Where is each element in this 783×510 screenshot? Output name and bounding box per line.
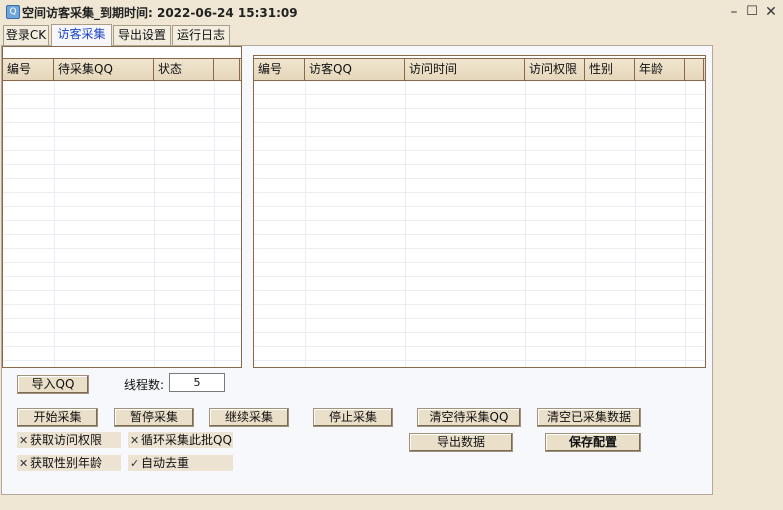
column-header[interactable]: 年龄	[635, 59, 685, 80]
maximize-icon[interactable]: ☐	[742, 2, 762, 22]
checkmark-icon: ✓	[130, 457, 140, 470]
pending-qq-table[interactable]: 编号 待采集QQ 状态	[2, 46, 242, 368]
grid-line	[585, 81, 586, 367]
column-header[interactable]: 访客QQ	[305, 59, 405, 80]
checkbox-label: 获取访问权限	[30, 433, 103, 447]
table-header: 编号 访客QQ 访问时间 访问权限 性别 年龄	[254, 58, 705, 81]
clear-collected-data-button[interactable]: 清空已采集数据	[537, 408, 641, 427]
column-header[interactable]: 待采集QQ	[54, 59, 154, 80]
clear-pending-qq-button[interactable]: 清空待采集QQ	[417, 408, 521, 427]
save-config-button[interactable]: 保存配置	[545, 433, 641, 452]
export-data-button[interactable]: 导出数据	[409, 433, 513, 452]
grid-line	[635, 81, 636, 367]
tab-panel: 编号 待采集QQ 状态 编号 访客QQ 访问时间 访问权限 性别 年龄 导入QQ…	[1, 45, 713, 495]
unchecked-x-icon: ✕	[130, 434, 140, 447]
auto-dedupe-checkbox[interactable]: ✓ 自动去重	[128, 455, 233, 471]
grid-line	[305, 81, 306, 367]
column-header[interactable]: 性别	[585, 59, 635, 80]
unchecked-x-icon: ✕	[19, 457, 29, 470]
column-header[interactable]: 编号	[254, 59, 305, 80]
loop-collect-checkbox[interactable]: ✕ 循环采集此批QQ	[128, 432, 233, 448]
table-body[interactable]	[254, 81, 705, 367]
thread-count-label: 线程数:	[124, 378, 165, 392]
get-gender-age-checkbox[interactable]: ✕ 获取性别年龄	[17, 455, 121, 471]
resume-collect-button[interactable]: 继续采集	[209, 408, 289, 427]
visitor-table[interactable]: 编号 访客QQ 访问时间 访问权限 性别 年龄	[253, 55, 706, 368]
column-header[interactable]	[685, 59, 704, 80]
import-qq-button[interactable]: 导入QQ	[17, 375, 89, 394]
grid-line	[685, 81, 686, 367]
grid-line	[525, 81, 526, 367]
tab-login-ck[interactable]: 登录CK	[3, 25, 49, 46]
tab-run-log[interactable]: 运行日志	[172, 25, 230, 46]
column-header[interactable]	[214, 59, 240, 80]
title-bar: Q 空间访客采集_到期时间: 2022-06-24 15:31:09 – ☐ ✕	[0, 0, 783, 24]
grid-line	[405, 81, 406, 367]
tab-visitor-collect[interactable]: 访客采集	[51, 24, 112, 46]
stop-collect-button[interactable]: 停止采集	[313, 408, 393, 427]
checkbox-label: 自动去重	[141, 456, 190, 470]
grid-line	[214, 81, 215, 367]
column-header[interactable]: 访问权限	[525, 59, 585, 80]
unchecked-x-icon: ✕	[19, 434, 29, 447]
thread-count-input[interactable]: 5	[169, 373, 225, 392]
column-header[interactable]: 编号	[3, 59, 54, 80]
get-access-permission-checkbox[interactable]: ✕ 获取访问权限	[17, 432, 121, 448]
tab-export-settings[interactable]: 导出设置	[113, 25, 171, 46]
close-icon[interactable]: ✕	[761, 2, 781, 22]
start-collect-button[interactable]: 开始采集	[17, 408, 98, 427]
window-title: 空间访客采集_到期时间: 2022-06-24 15:31:09	[22, 6, 298, 20]
grid-line	[54, 81, 55, 367]
table-body[interactable]	[3, 81, 241, 367]
minimize-icon[interactable]: –	[724, 2, 744, 22]
checkbox-label: 循环采集此批QQ	[141, 433, 232, 447]
pause-collect-button[interactable]: 暂停采集	[114, 408, 194, 427]
checkbox-label: 获取性别年龄	[30, 456, 103, 470]
app-icon: Q	[6, 5, 20, 19]
table-header: 编号 待采集QQ 状态	[3, 58, 241, 81]
column-header[interactable]: 状态	[154, 59, 214, 80]
column-header[interactable]: 访问时间	[405, 59, 525, 80]
grid-line	[154, 81, 155, 367]
